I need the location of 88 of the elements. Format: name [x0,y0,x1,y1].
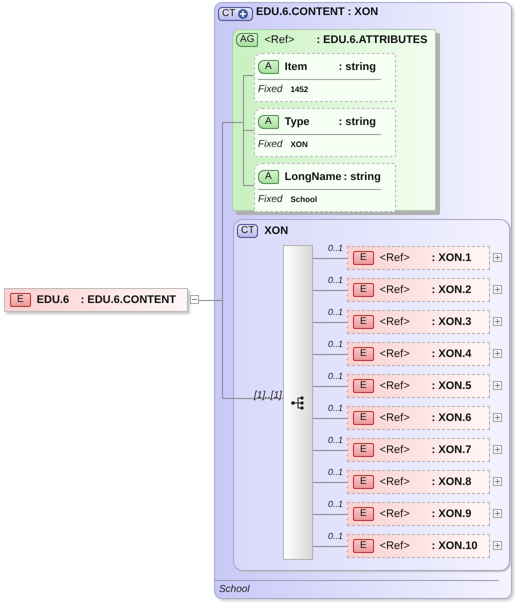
element-name: <Ref> [380,284,411,296]
sequence-icon [290,395,306,411]
element-name: <Ref> [380,412,411,424]
element-type: : XON.1 [432,252,472,264]
collapse-icon[interactable] [190,295,199,304]
fixed-value: 1452 [290,85,308,94]
element-type: : XON.2 [432,284,472,296]
attribute-name: LongName [284,170,342,182]
type-badge: E [353,442,374,456]
type-badge: AG [236,33,258,47]
cardinality-label: [1]..[1] [254,390,282,401]
connector-line [312,386,348,387]
fixed-value: School [290,195,318,204]
complex-type-name: XON [264,225,288,237]
occurrence-label: 0..1 [328,435,344,445]
element-type: : XON.8 [432,476,472,488]
type-badge: E [353,538,374,552]
connector-line [312,514,348,515]
element-type: : XON.7 [432,444,472,456]
element-type: : XON.9 [432,508,472,520]
expand-icon[interactable] [493,413,502,422]
occurrence-label: 0..1 [328,531,344,541]
connector-line [312,450,348,451]
occurrence-label: 0..1 [328,275,344,285]
occurrence-label: 0..1 [328,307,344,317]
attribute-group-type: : EDU.6.ATTRIBUTES [316,34,428,46]
element-name: <Ref> [380,508,411,520]
type-badge: E [353,410,374,424]
type-badge: E [353,314,374,328]
expand-icon[interactable] [493,445,502,454]
attribute-name: Type [284,116,311,128]
occurrence-label: 0..1 [328,339,344,349]
occurrence-label: 0..1 [328,243,344,253]
type-badge: E [353,250,374,264]
connector-line [312,290,348,291]
attribute-type: : string [338,116,376,128]
expand-icon[interactable] [493,253,502,262]
expand-icon[interactable] [493,477,502,486]
element-name: <Ref> [380,444,411,456]
connector-line [312,322,348,323]
occurrence-label: 0..1 [328,403,344,413]
expand-icon[interactable] [493,285,502,294]
occurrence-label: 0..1 [328,499,344,509]
element-name: <Ref> [380,540,411,552]
expand-icon[interactable] [493,317,502,326]
element-type: : XON.6 [432,412,472,424]
element-name: <Ref> [380,252,411,264]
fixed-label: Fixed [258,84,282,95]
type-badge: E [353,474,374,488]
type-badge: A [258,170,279,184]
expand-icon[interactable] [493,509,502,518]
type-badge: CT [237,224,258,238]
attribute-type: : string [338,60,376,72]
type-badge: A [258,60,279,74]
documentation-text: School [214,580,499,595]
connector-line [312,258,348,259]
fixed-label: Fixed [258,139,282,150]
element-type: : XON.4 [432,348,472,360]
fixed-value: XON [290,140,308,149]
element-name: <Ref> [380,380,411,392]
element-type: : XON.5 [432,380,472,392]
occurrence-label: 0..1 [328,467,344,477]
fixed-label: Fixed [258,194,282,205]
connector-line [312,546,348,547]
element-name: EDU.6 [36,294,70,306]
type-badge: E [353,378,374,392]
complex-type-title: EDU.6.CONTENT : XON [256,6,378,18]
attribute-group-name: <Ref> [264,34,296,46]
element-name: <Ref> [380,316,411,328]
attribute-type: : string [344,170,381,182]
type-badge: E [10,293,31,307]
occurrence-label: 0..1 [328,371,344,381]
expand-icon[interactable] [493,541,502,550]
element-type: : XON.10 [432,540,478,552]
expand-icon[interactable] [493,349,502,358]
attribute-name: Item [284,60,308,72]
element-type: : XON.3 [432,316,472,328]
type-badge: A [258,114,279,128]
connector-line [312,482,348,483]
type-badge: E [353,282,374,296]
connector-line [312,354,348,355]
type-badge: E [353,506,374,520]
element-type: : EDU.6.CONTENT [80,294,176,306]
element-name: <Ref> [380,348,411,360]
type-badge: E [353,346,374,360]
connector-line [312,418,348,419]
expand-icon[interactable] [493,381,502,390]
element-name: <Ref> [380,476,411,488]
